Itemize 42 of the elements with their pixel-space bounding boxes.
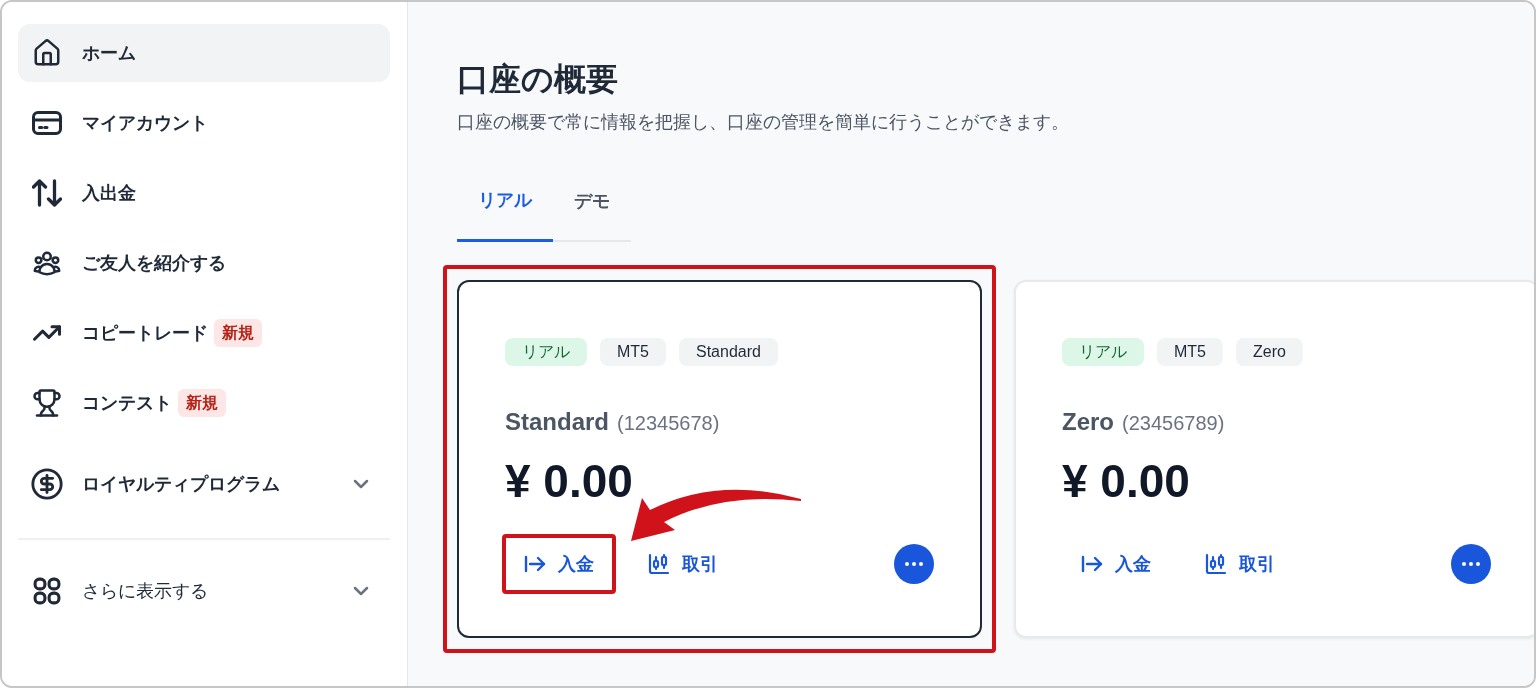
new-badge: 新規: [178, 389, 226, 417]
candlestick-chart-icon: [647, 552, 671, 576]
nav-item[interactable]: 入出金: [18, 164, 390, 222]
account-tag: Zero: [1236, 338, 1303, 366]
up-down-arrows-icon: [32, 178, 62, 208]
more-button[interactable]: [894, 544, 934, 584]
deposit-button[interactable]: 入金: [505, 541, 612, 587]
nav-item[interactable]: ご友人を紹介する: [18, 234, 390, 292]
credit-card-icon: [32, 108, 62, 138]
nav-item[interactable]: マイアカウント: [18, 94, 390, 152]
trade-button[interactable]: 取引: [629, 541, 736, 587]
more-button[interactable]: [1451, 544, 1491, 584]
show-more-item[interactable]: さらに表示する: [18, 562, 390, 620]
account-name: Standard: [505, 407, 609, 437]
new-badge: 新規: [214, 319, 262, 347]
dollar-circle-icon: [30, 467, 64, 501]
nav-item[interactable]: ホーム: [18, 24, 390, 82]
trophy-icon: [32, 388, 62, 418]
more-icon: [1462, 562, 1480, 566]
page-title: 口座の概要: [457, 60, 619, 98]
account-tag: Standard: [679, 338, 778, 366]
nav-item[interactable]: コンテスト 新規: [18, 374, 390, 432]
tab[interactable]: デモ: [553, 162, 631, 242]
account-balance: ¥ 0.00: [505, 455, 633, 507]
candlestick-chart-icon: [1204, 552, 1228, 576]
trade-button[interactable]: 取引: [1186, 541, 1293, 587]
account-tag: リアル: [1062, 338, 1144, 366]
account-tag: MT5: [1157, 338, 1223, 366]
grid-icon: [33, 577, 61, 605]
account-tag: MT5: [600, 338, 666, 366]
home-icon: [32, 38, 62, 68]
account-number: (12345678): [617, 411, 720, 436]
page-subtitle: 口座の概要で常に情報を把握し、口座の管理を簡単に行うことができます。: [457, 111, 1070, 134]
tab[interactable]: リアル: [457, 162, 553, 242]
account-balance: ¥ 0.00: [1062, 455, 1190, 507]
nav-item[interactable]: コピートレード 新規: [18, 304, 390, 362]
account-tag: リアル: [505, 338, 587, 366]
deposit-button[interactable]: 入金: [1062, 541, 1169, 587]
nav-item[interactable]: ロイヤルティプログラム: [18, 455, 390, 513]
more-icon: [905, 562, 923, 566]
account-name: Zero: [1062, 407, 1114, 437]
account-number: (23456789): [1122, 411, 1225, 436]
